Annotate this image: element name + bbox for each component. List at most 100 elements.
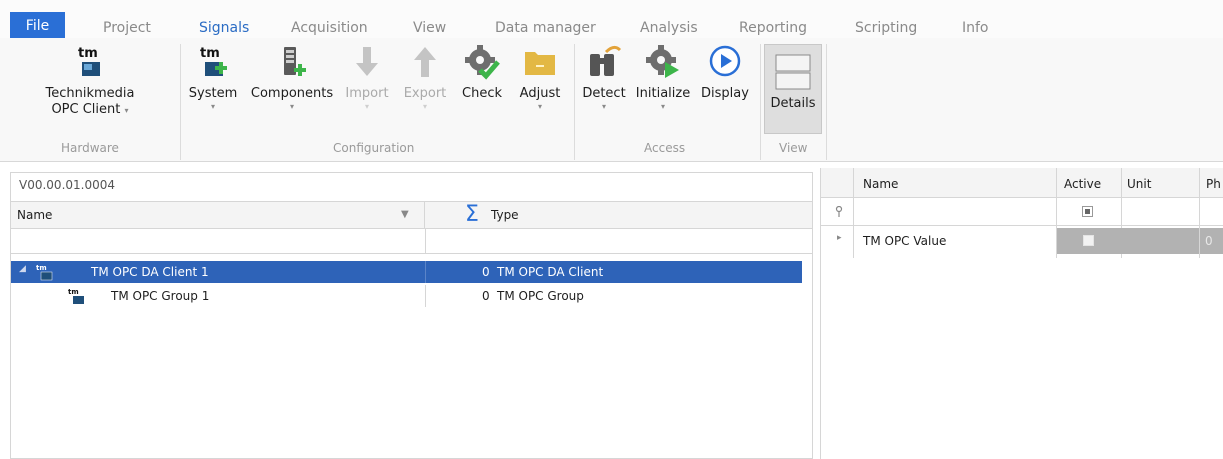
detect-button[interactable]: Detect ▾ bbox=[578, 44, 630, 111]
tree-row-count: 0 bbox=[482, 265, 490, 279]
column-header-name[interactable]: Name ▼ bbox=[11, 201, 425, 229]
active-filter-checkbox[interactable] bbox=[1082, 206, 1093, 217]
technikmedia-opc-client-button[interactable]: tm Technikmedia OPC Client ▾ bbox=[40, 44, 140, 119]
group-separator bbox=[826, 44, 827, 160]
components-button[interactable]: Components ▾ bbox=[250, 44, 334, 111]
adjust-folder-icon bbox=[525, 52, 555, 75]
filter-row-divider bbox=[425, 229, 426, 254]
tab-acquisition[interactable]: Acquisition bbox=[291, 20, 368, 36]
grid-row-ph-value: 0 bbox=[1205, 234, 1213, 248]
filter-row[interactable] bbox=[11, 229, 812, 254]
group-label-configuration: Configuration bbox=[333, 141, 415, 155]
check-gear-icon bbox=[465, 45, 500, 80]
group-label-access: Access bbox=[644, 141, 686, 155]
column-header-name-label: Name bbox=[17, 208, 53, 222]
group-separator bbox=[760, 44, 761, 160]
check-label: Check bbox=[462, 86, 502, 101]
system-label: System bbox=[188, 86, 238, 101]
filter-icon[interactable] bbox=[835, 206, 843, 218]
grid-column-ph[interactable]: Ph bbox=[1206, 177, 1221, 191]
initialize-label: Initialize bbox=[635, 86, 691, 101]
import-caret-icon: ▾ bbox=[364, 102, 369, 111]
import-arrow-icon bbox=[356, 47, 378, 76]
active-checkbox[interactable] bbox=[1083, 235, 1094, 246]
system-caret-icon: ▾ bbox=[210, 102, 215, 111]
detect-label: Detect bbox=[582, 86, 626, 101]
initialize-button[interactable]: Initialize ▾ bbox=[634, 44, 692, 111]
display-button[interactable]: Display bbox=[696, 44, 754, 101]
tree-row-name: TM OPC Group 1 bbox=[111, 289, 210, 303]
detect-binoculars-icon bbox=[590, 45, 622, 76]
tab-info[interactable]: Info bbox=[962, 20, 989, 36]
signal-details-grid: Name Active Unit Ph ▸ TM OPC Value 0 bbox=[820, 168, 1223, 459]
tree-row-type: TM OPC Group bbox=[497, 289, 584, 303]
export-arrow-icon bbox=[414, 47, 436, 77]
client-label-line1: Technikmedia bbox=[45, 86, 135, 101]
signal-tree-panel: V00.00.01.0004 Name ▼ Σ Type ◢ tm TM OPC… bbox=[10, 172, 813, 459]
svg-text:tm: tm bbox=[68, 288, 79, 296]
tree-row[interactable]: ◢ tm TM OPC DA Client 1 0 TM OPC DA Clie… bbox=[11, 261, 802, 283]
grid-column-active[interactable]: Active bbox=[1064, 177, 1101, 191]
tm-system-icon: tm bbox=[200, 46, 227, 76]
display-label: Display bbox=[701, 86, 749, 101]
row-divider bbox=[425, 285, 426, 307]
group-separator bbox=[180, 44, 181, 160]
tm-node-icon: tm bbox=[68, 288, 84, 304]
adjust-button[interactable]: Adjust ▾ bbox=[514, 44, 566, 111]
ribbon: tm Technikmedia OPC Client ▾ Hardware tm… bbox=[0, 38, 1223, 162]
ribbon-tab-bar: File Project Signals Acquisition View Da… bbox=[0, 0, 1223, 40]
sum-icon[interactable]: Σ bbox=[465, 202, 479, 228]
tab-analysis[interactable]: Analysis bbox=[640, 20, 698, 36]
system-button[interactable]: tm System ▾ bbox=[186, 44, 240, 111]
grid-header: Name Active Unit Ph bbox=[821, 168, 1223, 198]
collapse-arrow-icon[interactable]: ◢ bbox=[19, 264, 26, 274]
components-icon bbox=[284, 47, 306, 76]
grid-column-unit[interactable]: Unit bbox=[1127, 177, 1151, 191]
components-label: Components bbox=[250, 86, 334, 101]
grid-row-readonly-cells bbox=[1057, 228, 1199, 254]
svg-text:tm: tm bbox=[36, 264, 47, 272]
tab-project[interactable]: Project bbox=[103, 20, 151, 36]
tree-row-count: 0 bbox=[482, 289, 490, 303]
details-button[interactable]: Details bbox=[764, 44, 822, 134]
tree-row[interactable]: tm TM OPC Group 1 0 TM OPC Group bbox=[11, 285, 802, 307]
export-button[interactable]: Export ▾ bbox=[398, 44, 452, 111]
column-header-type[interactable]: Σ Type bbox=[425, 201, 812, 229]
initialize-caret-icon: ▾ bbox=[660, 102, 665, 111]
tm-logo-icon: tm bbox=[78, 46, 100, 76]
tab-scripting[interactable]: Scripting bbox=[855, 20, 917, 36]
tab-view[interactable]: View bbox=[413, 20, 446, 36]
detect-caret-icon: ▾ bbox=[601, 102, 606, 111]
tab-data-manager[interactable]: Data manager bbox=[495, 20, 596, 36]
tree-row-name: TM OPC DA Client 1 bbox=[91, 265, 209, 279]
grid-row-name: TM OPC Value bbox=[863, 234, 947, 248]
tab-file[interactable]: File bbox=[10, 12, 65, 40]
details-icon bbox=[775, 54, 811, 90]
tab-signals[interactable]: Signals bbox=[199, 20, 249, 36]
adjust-label: Adjust bbox=[519, 86, 561, 101]
display-play-icon bbox=[709, 45, 741, 77]
grid-filter-row[interactable] bbox=[821, 198, 1223, 226]
import-button[interactable]: Import ▾ bbox=[340, 44, 394, 111]
version-label: V00.00.01.0004 bbox=[19, 178, 115, 192]
initialize-gear-icon bbox=[646, 45, 679, 78]
tm-node-icon: tm bbox=[36, 264, 53, 281]
details-label: Details bbox=[770, 96, 816, 111]
grid-row[interactable]: ▸ TM OPC Value 0 bbox=[821, 226, 1223, 256]
tree-row-type: TM OPC DA Client bbox=[497, 265, 604, 279]
import-label: Import bbox=[345, 86, 389, 101]
client-label-text: OPC Client bbox=[51, 102, 121, 117]
check-button[interactable]: Check bbox=[458, 44, 506, 101]
svg-text:tm: tm bbox=[78, 46, 98, 61]
svg-text:tm: tm bbox=[200, 46, 220, 61]
export-caret-icon: ▾ bbox=[422, 102, 427, 111]
expand-arrow-icon[interactable]: ▸ bbox=[837, 233, 842, 243]
client-label-line2: OPC Client ▾ bbox=[40, 102, 140, 119]
group-label-hardware: Hardware bbox=[61, 141, 119, 155]
tab-reporting[interactable]: Reporting bbox=[739, 20, 807, 36]
client-dropdown-caret-icon: ▾ bbox=[124, 106, 129, 115]
components-caret-icon: ▾ bbox=[289, 102, 294, 111]
group-label-view: View bbox=[779, 141, 808, 155]
name-filter-dropdown-icon[interactable]: ▼ bbox=[401, 209, 409, 220]
grid-column-name[interactable]: Name bbox=[863, 177, 898, 191]
